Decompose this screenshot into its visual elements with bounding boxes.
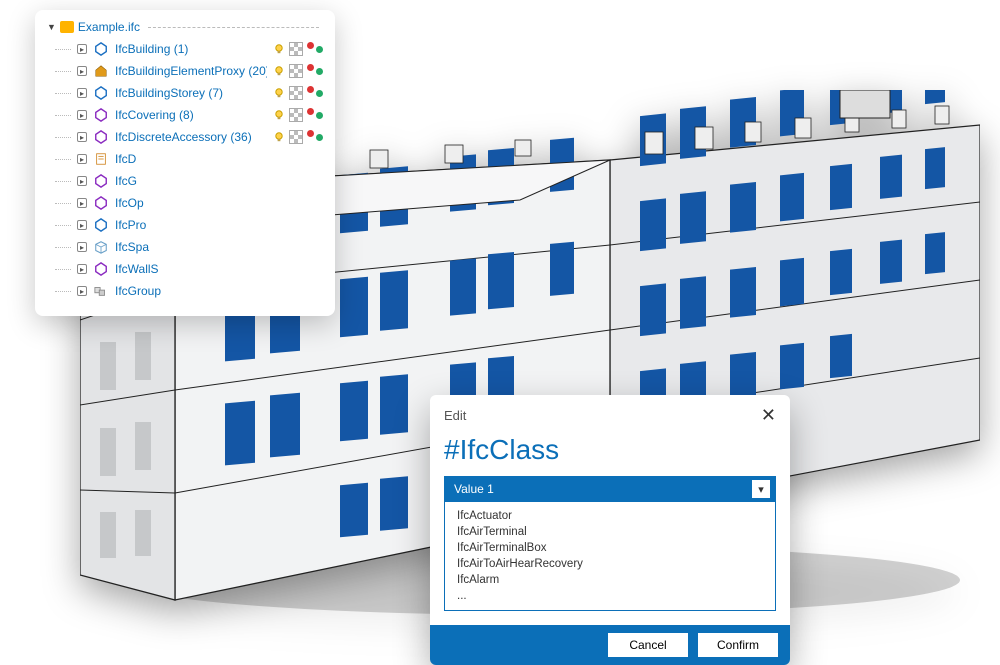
tree-item-label: IfcDiscreteAccessory (36): [115, 130, 267, 144]
select-value: Value 1: [454, 482, 494, 496]
expand-icon[interactable]: ▸: [77, 44, 87, 54]
expand-icon[interactable]: ▸: [77, 286, 87, 296]
type-icon: [93, 239, 109, 255]
expand-icon[interactable]: ▸: [77, 176, 87, 186]
tree-root-label: Example.ifc: [78, 20, 140, 34]
checker-icon: [289, 64, 303, 78]
checker-icon: [289, 86, 303, 100]
collapse-icon: ▼: [47, 22, 56, 32]
expand-icon[interactable]: ▸: [77, 264, 87, 274]
ifcclass-select[interactable]: Value 1 ▾: [444, 476, 776, 502]
type-icon: [93, 41, 109, 57]
tree-item[interactable]: ▸ IfcGroup: [55, 280, 323, 302]
type-icon: [93, 85, 109, 101]
tree-item-label: IfcBuildingElementProxy (20): [115, 64, 267, 78]
dropdown-option[interactable]: IfcAirTerminalBox: [445, 540, 775, 556]
tree-root[interactable]: ▼ Example.ifc: [47, 20, 323, 34]
tree-item-label: IfcD: [115, 152, 323, 166]
type-icon: [93, 107, 109, 123]
expand-icon[interactable]: ▸: [77, 88, 87, 98]
lightbulb-icon: [273, 131, 285, 143]
type-icon: [93, 283, 109, 299]
ifc-tree-panel: ▼ Example.ifc ▸ IfcBuilding (1) ▸ IfcBuildi…: [35, 10, 335, 316]
tree-item[interactable]: ▸ IfcD: [55, 148, 323, 170]
lightbulb-icon: [273, 43, 285, 55]
dialog-header-label: Edit: [444, 408, 466, 423]
tree-item[interactable]: ▸ IfcOp: [55, 192, 323, 214]
tree-item-label: IfcCovering (8): [115, 108, 267, 122]
tree-item[interactable]: ▸ IfcSpa: [55, 236, 323, 258]
spheres-icon: [307, 108, 323, 122]
dropdown-option[interactable]: IfcAirToAirHearRecovery: [445, 556, 775, 572]
tree-item[interactable]: ▸ IfcCovering (8): [55, 104, 323, 126]
expand-icon[interactable]: ▸: [77, 154, 87, 164]
tree-item[interactable]: ▸ IfcDiscreteAccessory (36): [55, 126, 323, 148]
lightbulb-icon: [273, 65, 285, 77]
expand-icon[interactable]: ▸: [77, 220, 87, 230]
checker-icon: [289, 108, 303, 122]
edit-ifcclass-dialog: Edit ✕ #IfcClass Value 1 ▾ IfcActuatorIf…: [430, 395, 790, 665]
expand-icon[interactable]: ▸: [77, 198, 87, 208]
cancel-button[interactable]: Cancel: [608, 633, 688, 657]
spheres-icon: [307, 42, 323, 56]
tree-item[interactable]: ▸ IfcBuilding (1): [55, 38, 323, 60]
type-icon: [93, 195, 109, 211]
dialog-title: #IfcClass: [430, 432, 790, 476]
dropdown-option[interactable]: IfcAirTerminal: [445, 524, 775, 540]
dropdown-option[interactable]: ...: [445, 588, 775, 604]
dialog-footer: Cancel Confirm: [430, 625, 790, 665]
checker-icon: [289, 42, 303, 56]
tree-item-label: IfcSpa: [115, 240, 323, 254]
tree-item-label: IfcPro: [115, 218, 323, 232]
tree-item[interactable]: ▸ IfcG: [55, 170, 323, 192]
close-icon[interactable]: ✕: [761, 405, 776, 426]
tree-item[interactable]: ▸ IfcBuildingStorey (7): [55, 82, 323, 104]
checker-icon: [289, 130, 303, 144]
expand-icon[interactable]: ▸: [77, 132, 87, 142]
type-icon: [93, 261, 109, 277]
ifcclass-dropdown-list: IfcActuatorIfcAirTerminalIfcAirTerminalB…: [444, 502, 776, 611]
spheres-icon: [307, 130, 323, 144]
tree-item-label: IfcOp: [115, 196, 323, 210]
expand-icon[interactable]: ▸: [77, 110, 87, 120]
type-icon: [93, 151, 109, 167]
tree-item[interactable]: ▸ IfcBuildingElementProxy (20): [55, 60, 323, 82]
spheres-icon: [307, 86, 323, 100]
type-icon: [93, 173, 109, 189]
tree-item-label: IfcGroup: [115, 284, 323, 298]
type-icon: [93, 63, 109, 79]
lightbulb-icon: [273, 87, 285, 99]
spheres-icon: [307, 64, 323, 78]
expand-icon[interactable]: ▸: [77, 242, 87, 252]
tree-item[interactable]: ▸ IfcPro: [55, 214, 323, 236]
chevron-down-icon: ▾: [752, 480, 770, 498]
expand-icon[interactable]: ▸: [77, 66, 87, 76]
dropdown-option[interactable]: IfcActuator: [445, 508, 775, 524]
tree-item-label: IfcBuildingStorey (7): [115, 86, 267, 100]
tree-item-label: IfcBuilding (1): [115, 42, 267, 56]
confirm-button[interactable]: Confirm: [698, 633, 778, 657]
tree-item[interactable]: ▸ IfcWallS: [55, 258, 323, 280]
type-icon: [93, 129, 109, 145]
dropdown-option[interactable]: IfcAlarm: [445, 572, 775, 588]
lightbulb-icon: [273, 109, 285, 121]
tree-item-label: IfcG: [115, 174, 323, 188]
type-icon: [93, 217, 109, 233]
folder-icon: [60, 21, 74, 33]
tree-item-label: IfcWallS: [115, 262, 323, 276]
